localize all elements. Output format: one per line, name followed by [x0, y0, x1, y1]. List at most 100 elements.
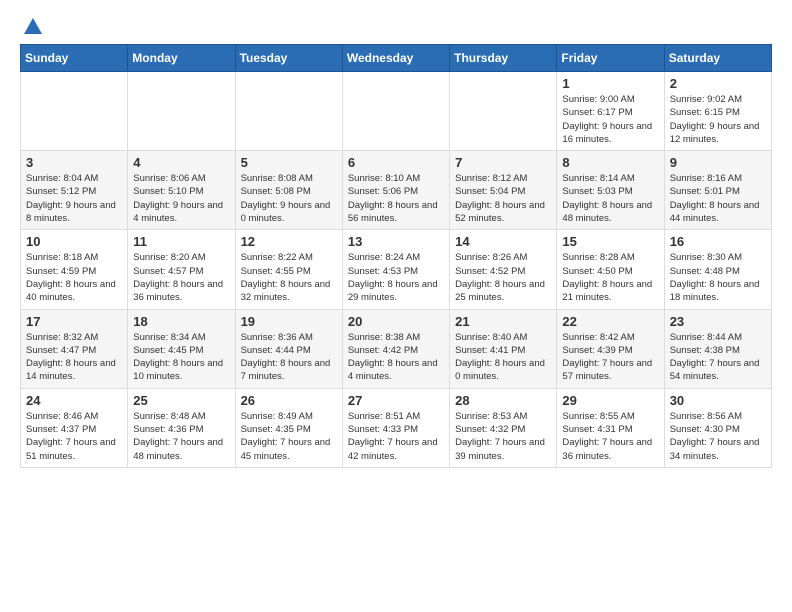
day-detail: Sunrise: 8:40 AMSunset: 4:41 PMDaylight:…	[455, 331, 551, 384]
day-detail: Sunrise: 8:28 AMSunset: 4:50 PMDaylight:…	[562, 251, 658, 304]
day-number: 24	[26, 393, 122, 408]
day-number: 30	[670, 393, 766, 408]
day-number: 12	[241, 234, 337, 249]
calendar-week-row: 3 Sunrise: 8:04 AMSunset: 5:12 PMDayligh…	[21, 151, 772, 230]
day-detail: Sunrise: 8:26 AMSunset: 4:52 PMDaylight:…	[455, 251, 551, 304]
calendar-day-cell: 23 Sunrise: 8:44 AMSunset: 4:38 PMDaylig…	[664, 309, 771, 388]
calendar-day-cell: 17 Sunrise: 8:32 AMSunset: 4:47 PMDaylig…	[21, 309, 128, 388]
calendar-day-cell: 11 Sunrise: 8:20 AMSunset: 4:57 PMDaylig…	[128, 230, 235, 309]
weekday-header: Wednesday	[342, 45, 449, 72]
day-detail: Sunrise: 8:48 AMSunset: 4:36 PMDaylight:…	[133, 410, 229, 463]
calendar-day-cell: 1 Sunrise: 9:00 AMSunset: 6:17 PMDayligh…	[557, 72, 664, 151]
day-detail: Sunrise: 8:36 AMSunset: 4:44 PMDaylight:…	[241, 331, 337, 384]
weekday-header: Saturday	[664, 45, 771, 72]
logo	[20, 16, 44, 34]
day-detail: Sunrise: 8:18 AMSunset: 4:59 PMDaylight:…	[26, 251, 122, 304]
calendar-day-cell: 20 Sunrise: 8:38 AMSunset: 4:42 PMDaylig…	[342, 309, 449, 388]
calendar-day-cell: 7 Sunrise: 8:12 AMSunset: 5:04 PMDayligh…	[450, 151, 557, 230]
day-detail: Sunrise: 8:22 AMSunset: 4:55 PMDaylight:…	[241, 251, 337, 304]
day-detail: Sunrise: 8:30 AMSunset: 4:48 PMDaylight:…	[670, 251, 766, 304]
day-number: 2	[670, 76, 766, 91]
calendar-day-cell: 14 Sunrise: 8:26 AMSunset: 4:52 PMDaylig…	[450, 230, 557, 309]
calendar-day-cell: 30 Sunrise: 8:56 AMSunset: 4:30 PMDaylig…	[664, 388, 771, 467]
calendar-day-cell: 16 Sunrise: 8:30 AMSunset: 4:48 PMDaylig…	[664, 230, 771, 309]
calendar-day-cell: 3 Sunrise: 8:04 AMSunset: 5:12 PMDayligh…	[21, 151, 128, 230]
day-number: 8	[562, 155, 658, 170]
calendar-day-cell: 22 Sunrise: 8:42 AMSunset: 4:39 PMDaylig…	[557, 309, 664, 388]
day-number: 10	[26, 234, 122, 249]
calendar-day-cell: 19 Sunrise: 8:36 AMSunset: 4:44 PMDaylig…	[235, 309, 342, 388]
day-detail: Sunrise: 8:55 AMSunset: 4:31 PMDaylight:…	[562, 410, 658, 463]
day-number: 26	[241, 393, 337, 408]
day-detail: Sunrise: 8:14 AMSunset: 5:03 PMDaylight:…	[562, 172, 658, 225]
day-number: 21	[455, 314, 551, 329]
calendar-day-cell	[342, 72, 449, 151]
day-number: 23	[670, 314, 766, 329]
calendar-day-cell: 15 Sunrise: 8:28 AMSunset: 4:50 PMDaylig…	[557, 230, 664, 309]
calendar-day-cell: 25 Sunrise: 8:48 AMSunset: 4:36 PMDaylig…	[128, 388, 235, 467]
calendar-day-cell: 5 Sunrise: 8:08 AMSunset: 5:08 PMDayligh…	[235, 151, 342, 230]
calendar-day-cell: 10 Sunrise: 8:18 AMSunset: 4:59 PMDaylig…	[21, 230, 128, 309]
day-number: 4	[133, 155, 229, 170]
calendar-day-cell: 24 Sunrise: 8:46 AMSunset: 4:37 PMDaylig…	[21, 388, 128, 467]
day-number: 29	[562, 393, 658, 408]
page-header	[20, 16, 772, 34]
day-number: 3	[26, 155, 122, 170]
day-detail: Sunrise: 8:56 AMSunset: 4:30 PMDaylight:…	[670, 410, 766, 463]
calendar-day-cell: 13 Sunrise: 8:24 AMSunset: 4:53 PMDaylig…	[342, 230, 449, 309]
calendar-day-cell: 8 Sunrise: 8:14 AMSunset: 5:03 PMDayligh…	[557, 151, 664, 230]
calendar-week-row: 24 Sunrise: 8:46 AMSunset: 4:37 PMDaylig…	[21, 388, 772, 467]
calendar-day-cell: 12 Sunrise: 8:22 AMSunset: 4:55 PMDaylig…	[235, 230, 342, 309]
day-number: 25	[133, 393, 229, 408]
day-detail: Sunrise: 8:10 AMSunset: 5:06 PMDaylight:…	[348, 172, 444, 225]
calendar-day-cell	[128, 72, 235, 151]
calendar-day-cell: 29 Sunrise: 8:55 AMSunset: 4:31 PMDaylig…	[557, 388, 664, 467]
day-number: 22	[562, 314, 658, 329]
weekday-header: Thursday	[450, 45, 557, 72]
day-detail: Sunrise: 9:02 AMSunset: 6:15 PMDaylight:…	[670, 93, 766, 146]
weekday-header: Tuesday	[235, 45, 342, 72]
day-number: 7	[455, 155, 551, 170]
calendar-day-cell	[450, 72, 557, 151]
day-number: 14	[455, 234, 551, 249]
calendar-day-cell	[21, 72, 128, 151]
calendar-week-row: 1 Sunrise: 9:00 AMSunset: 6:17 PMDayligh…	[21, 72, 772, 151]
day-detail: Sunrise: 8:20 AMSunset: 4:57 PMDaylight:…	[133, 251, 229, 304]
day-number: 27	[348, 393, 444, 408]
day-detail: Sunrise: 8:16 AMSunset: 5:01 PMDaylight:…	[670, 172, 766, 225]
day-number: 15	[562, 234, 658, 249]
day-detail: Sunrise: 8:34 AMSunset: 4:45 PMDaylight:…	[133, 331, 229, 384]
calendar-day-cell: 9 Sunrise: 8:16 AMSunset: 5:01 PMDayligh…	[664, 151, 771, 230]
day-number: 20	[348, 314, 444, 329]
calendar-day-cell: 4 Sunrise: 8:06 AMSunset: 5:10 PMDayligh…	[128, 151, 235, 230]
calendar-header-row: SundayMondayTuesdayWednesdayThursdayFrid…	[21, 45, 772, 72]
day-detail: Sunrise: 8:44 AMSunset: 4:38 PMDaylight:…	[670, 331, 766, 384]
day-number: 1	[562, 76, 658, 91]
weekday-header: Friday	[557, 45, 664, 72]
calendar-week-row: 10 Sunrise: 8:18 AMSunset: 4:59 PMDaylig…	[21, 230, 772, 309]
calendar-table: SundayMondayTuesdayWednesdayThursdayFrid…	[20, 44, 772, 468]
weekday-header: Monday	[128, 45, 235, 72]
calendar-day-cell	[235, 72, 342, 151]
day-number: 5	[241, 155, 337, 170]
day-number: 18	[133, 314, 229, 329]
calendar-day-cell: 21 Sunrise: 8:40 AMSunset: 4:41 PMDaylig…	[450, 309, 557, 388]
day-detail: Sunrise: 8:46 AMSunset: 4:37 PMDaylight:…	[26, 410, 122, 463]
day-detail: Sunrise: 8:04 AMSunset: 5:12 PMDaylight:…	[26, 172, 122, 225]
calendar-day-cell: 28 Sunrise: 8:53 AMSunset: 4:32 PMDaylig…	[450, 388, 557, 467]
day-detail: Sunrise: 8:06 AMSunset: 5:10 PMDaylight:…	[133, 172, 229, 225]
day-detail: Sunrise: 8:51 AMSunset: 4:33 PMDaylight:…	[348, 410, 444, 463]
day-number: 13	[348, 234, 444, 249]
day-number: 11	[133, 234, 229, 249]
day-number: 17	[26, 314, 122, 329]
calendar-day-cell: 18 Sunrise: 8:34 AMSunset: 4:45 PMDaylig…	[128, 309, 235, 388]
day-number: 16	[670, 234, 766, 249]
day-detail: Sunrise: 8:08 AMSunset: 5:08 PMDaylight:…	[241, 172, 337, 225]
day-detail: Sunrise: 9:00 AMSunset: 6:17 PMDaylight:…	[562, 93, 658, 146]
calendar-week-row: 17 Sunrise: 8:32 AMSunset: 4:47 PMDaylig…	[21, 309, 772, 388]
day-detail: Sunrise: 8:32 AMSunset: 4:47 PMDaylight:…	[26, 331, 122, 384]
day-detail: Sunrise: 8:38 AMSunset: 4:42 PMDaylight:…	[348, 331, 444, 384]
logo-icon	[22, 16, 44, 38]
day-detail: Sunrise: 8:49 AMSunset: 4:35 PMDaylight:…	[241, 410, 337, 463]
calendar-day-cell: 6 Sunrise: 8:10 AMSunset: 5:06 PMDayligh…	[342, 151, 449, 230]
